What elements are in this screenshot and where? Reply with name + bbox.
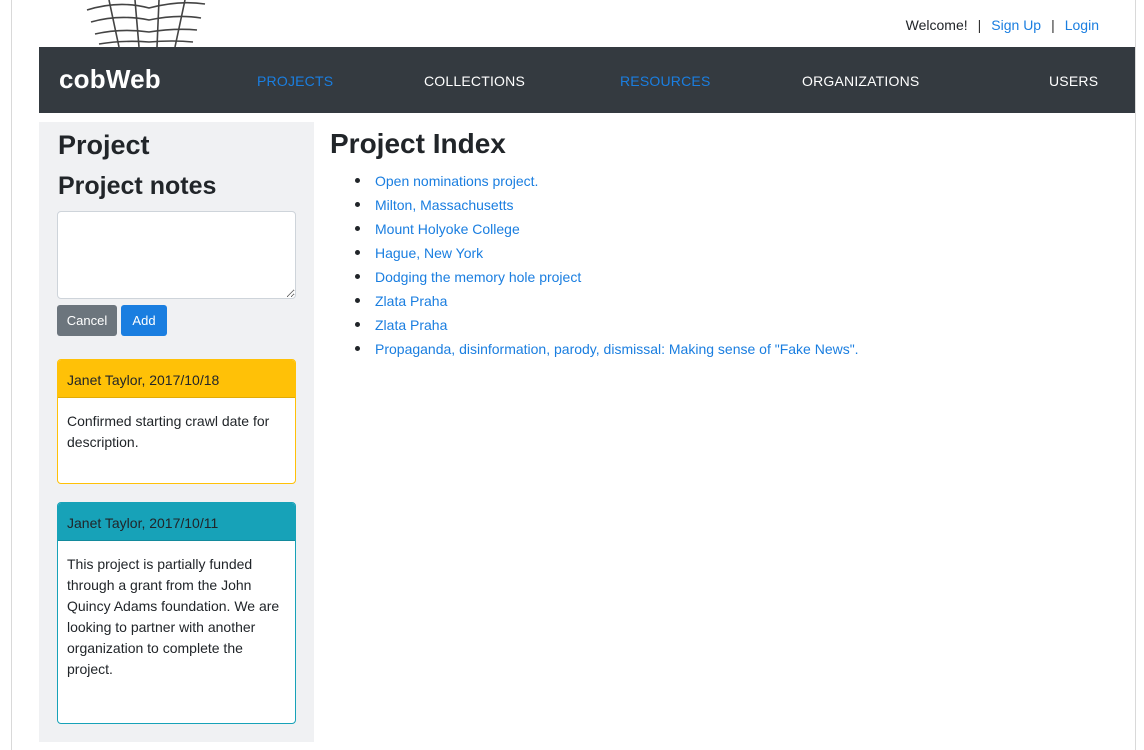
bullet-icon: [355, 178, 360, 183]
page-title: Project Index: [330, 128, 506, 159]
note-card-body: This project is partially funded through…: [67, 556, 280, 677]
spiderweb-logo-icon: [86, 0, 206, 47]
sidebar-title: Project: [58, 130, 150, 160]
nav-organizations[interactable]: ORGANIZATIONS: [802, 73, 919, 89]
project-link[interactable]: Dodging the memory hole project: [375, 269, 581, 285]
separator: |: [1051, 17, 1055, 33]
project-sidebar: Project Project notes Cancel Add Janet T…: [39, 122, 314, 742]
main-navbar: cobWeb PROJECTS COLLECTIONS RESOURCES OR…: [39, 47, 1135, 113]
bullet-icon: [355, 274, 360, 279]
note-card: Janet Taylor, 2017/10/11 This project is…: [57, 502, 296, 724]
nav-collections[interactable]: COLLECTIONS: [424, 73, 525, 89]
nav-projects[interactable]: PROJECTS: [257, 73, 333, 89]
project-link[interactable]: Zlata Praha: [375, 293, 447, 309]
bullet-icon: [355, 298, 360, 303]
frame-right-border: [1135, 0, 1136, 750]
signup-link[interactable]: Sign Up: [991, 17, 1041, 33]
bullet-icon: [355, 250, 360, 255]
bullet-icon: [355, 346, 360, 351]
bullet-icon: [355, 322, 360, 327]
nav-users[interactable]: USERS: [1049, 73, 1098, 89]
welcome-text: Welcome!: [905, 17, 968, 33]
separator: |: [977, 17, 982, 33]
project-link[interactable]: Mount Holyoke College: [375, 221, 520, 237]
nav-resources[interactable]: RESOURCES: [620, 73, 710, 89]
cancel-button[interactable]: Cancel: [57, 305, 117, 336]
top-bar: Welcome! | Sign Up | Login: [39, 0, 1135, 47]
project-link[interactable]: Zlata Praha: [375, 317, 447, 333]
note-card-header: Janet Taylor, 2017/10/11: [58, 503, 295, 541]
notes-heading: Project notes: [58, 172, 217, 200]
add-button[interactable]: Add: [121, 305, 167, 336]
brand-logo[interactable]: cobWeb: [59, 64, 161, 95]
note-card: Janet Taylor, 2017/10/18 Confirmed start…: [57, 359, 296, 484]
login-link[interactable]: Login: [1065, 17, 1099, 33]
project-link[interactable]: Propaganda, disinformation, parody, dism…: [375, 341, 859, 357]
auth-links: Welcome! | Sign Up | Login: [906, 17, 1099, 33]
note-card-header: Janet Taylor, 2017/10/18: [58, 360, 295, 398]
project-link[interactable]: Milton, Massachusetts: [375, 197, 514, 213]
bullet-icon: [355, 226, 360, 231]
notes-textarea[interactable]: [57, 211, 296, 299]
bullet-icon: [355, 202, 360, 207]
project-link[interactable]: Hague, New York: [375, 245, 483, 261]
note-card-body: Confirmed starting crawl date for descri…: [67, 413, 270, 450]
project-link[interactable]: Open nominations project.: [375, 173, 538, 189]
frame-left-border: [11, 0, 12, 750]
